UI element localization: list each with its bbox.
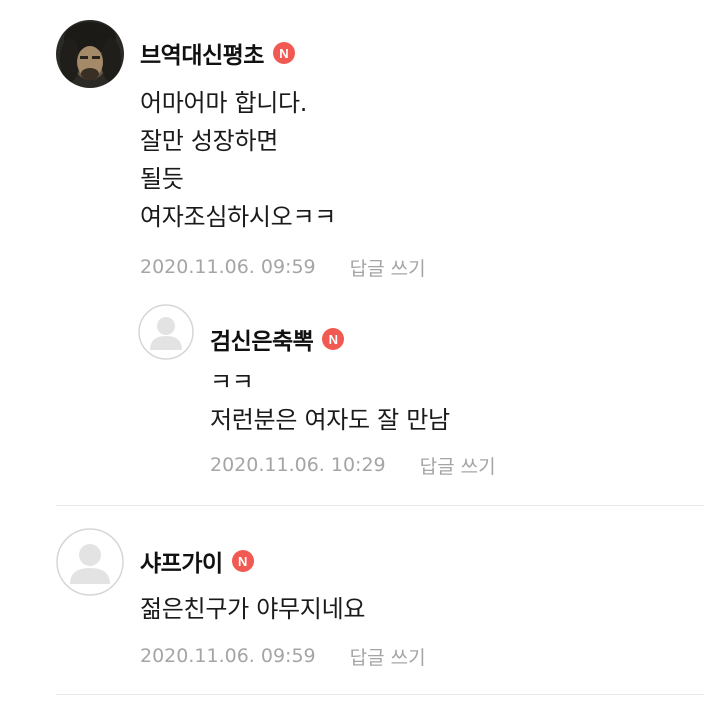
comment-line: ㅋㅋ <box>210 368 254 396</box>
author-name[interactable]: 샤프가이 <box>140 544 223 578</box>
avatar[interactable] <box>56 20 124 88</box>
reply-button[interactable]: 답글 쓰기 <box>420 452 496 479</box>
comment-meta: 2020.11.06. 09:59 답글 쓰기 <box>140 253 426 281</box>
reply-button[interactable]: 답글 쓰기 <box>350 254 426 281</box>
comment-line: 될듯 <box>140 165 184 193</box>
comment-meta: 2020.11.06. 09:59 답글 쓰기 <box>140 642 426 670</box>
author-name[interactable]: 검신은축뽁 <box>210 322 314 356</box>
comment-body: 어마어마 합니다. 잘만 성장하면 될듯 여자조심하시오ㅋㅋ <box>140 84 336 236</box>
default-user-icon <box>56 528 124 596</box>
comment-line: 어마어마 합니다. <box>140 89 308 117</box>
timestamp: 2020.11.06. 10:29 <box>210 454 386 476</box>
new-badge: N <box>231 550 254 572</box>
avatar[interactable] <box>56 528 124 596</box>
divider <box>56 694 704 695</box>
comment-body: 젊은친구가 야무지네요 <box>140 590 365 628</box>
author-name[interactable]: 브역대신평초 <box>140 36 264 70</box>
timestamp: 2020.11.06. 09:59 <box>140 256 316 278</box>
author-row: 검신은축뽁 N <box>210 322 345 356</box>
comment-meta: 2020.11.06. 10:29 답글 쓰기 <box>210 451 496 479</box>
comment-line: 젊은친구가 야무지네요 <box>140 595 366 623</box>
author-row: 샤프가이 N <box>140 544 254 578</box>
default-user-icon <box>138 304 194 360</box>
timestamp: 2020.11.06. 09:59 <box>140 645 316 667</box>
comment-line: 잘만 성장하면 <box>140 127 279 155</box>
comment-line: 여자조심하시오ㅋㅋ <box>140 203 337 231</box>
comment-line: 저런분은 여자도 잘 만남 <box>210 406 450 434</box>
author-row: 브역대신평초 N <box>140 36 295 70</box>
avatar[interactable] <box>138 304 194 360</box>
reply-button[interactable]: 답글 쓰기 <box>350 643 426 670</box>
new-badge: N <box>272 42 295 64</box>
divider <box>56 505 704 506</box>
comment-body: ㅋㅋ 저런분은 여자도 잘 만남 <box>210 363 450 439</box>
new-badge: N <box>322 328 345 350</box>
profile-photo-icon <box>56 20 124 88</box>
